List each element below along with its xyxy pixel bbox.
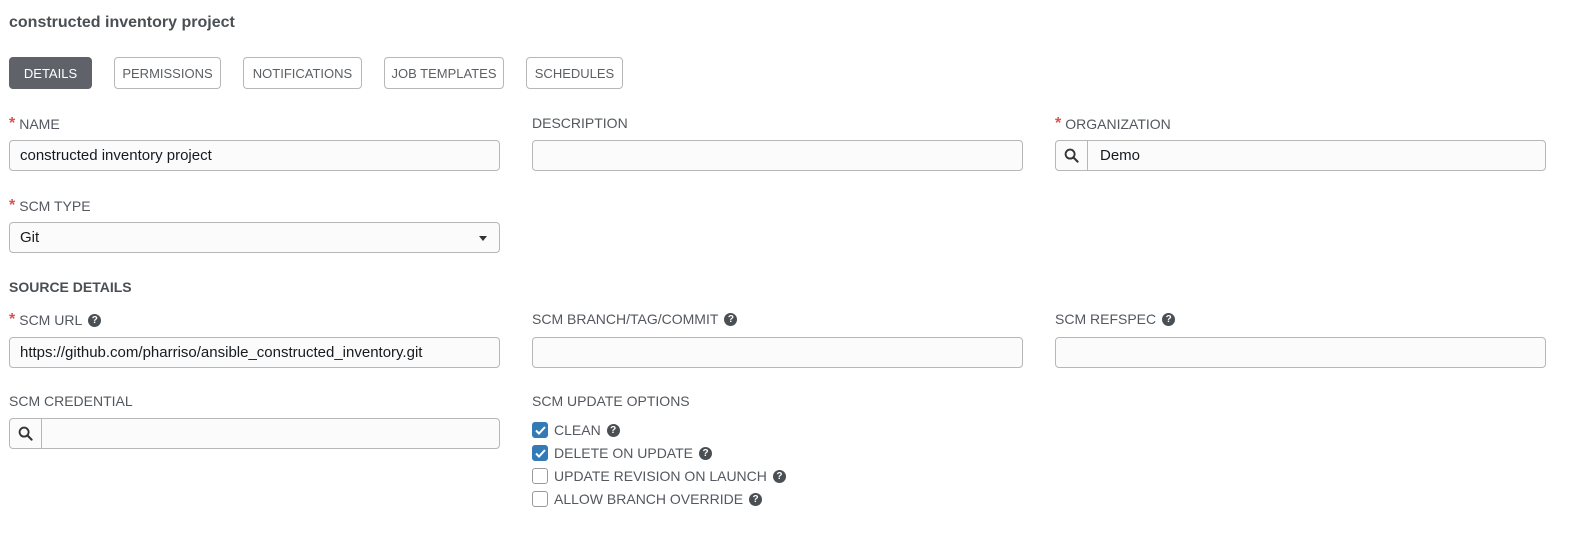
- caret-down-icon: [479, 236, 487, 241]
- scm-credential-lookup[interactable]: [9, 418, 500, 449]
- question-circle-icon[interactable]: ?: [606, 423, 620, 437]
- scm-url-label: * SCM URL ?: [9, 311, 102, 329]
- page-title: constructed inventory project: [9, 14, 235, 31]
- scm-refspec-label: SCM REFSPEC ?: [1055, 311, 1176, 327]
- clean-label: CLEAN: [554, 422, 601, 438]
- option-clean[interactable]: CLEAN ?: [532, 422, 620, 438]
- organization-lookup[interactable]: Demo: [1055, 140, 1546, 171]
- scm-branch-field[interactable]: [532, 337, 1023, 368]
- scm-type-select[interactable]: Git: [9, 222, 500, 253]
- allow-branch-override-label: ALLOW BRANCH OVERRIDE: [554, 491, 744, 507]
- option-allow-branch-override[interactable]: ALLOW BRANCH OVERRIDE ?: [532, 491, 763, 507]
- name-field-value: constructed inventory project: [20, 147, 212, 164]
- question-circle-icon[interactable]: ?: [772, 469, 786, 483]
- option-delete-on-update[interactable]: DELETE ON UPDATE ?: [532, 445, 712, 461]
- scm-type-label-text: SCM TYPE: [19, 198, 91, 214]
- tab-bar: DETAILS PERMISSIONS NOTIFICATIONS JOB TE…: [9, 57, 645, 89]
- tab-notifications[interactable]: NOTIFICATIONS: [243, 57, 362, 89]
- delete-on-update-checkbox[interactable]: [532, 445, 548, 461]
- scm-branch-label: SCM BRANCH/TAG/COMMIT ?: [532, 311, 738, 327]
- scm-branch-label-text: SCM BRANCH/TAG/COMMIT: [532, 311, 719, 327]
- scm-refspec-label-text: SCM REFSPEC: [1055, 311, 1157, 327]
- option-update-revision-on-launch[interactable]: UPDATE REVISION ON LAUNCH ?: [532, 468, 786, 484]
- search-icon: [18, 426, 33, 441]
- scm-refspec-field[interactable]: [1055, 337, 1546, 368]
- update-revision-on-launch-checkbox[interactable]: [532, 468, 548, 484]
- question-circle-icon[interactable]: ?: [1162, 312, 1176, 326]
- name-label: * NAME: [9, 115, 60, 133]
- question-circle-icon[interactable]: ?: [699, 446, 712, 460]
- scm-url-value: https://github.com/pharriso/ansible_cons…: [20, 344, 423, 361]
- search-icon: [1064, 148, 1079, 163]
- description-label-text: DESCRIPTION: [532, 115, 628, 131]
- delete-on-update-label: DELETE ON UPDATE: [554, 445, 693, 461]
- allow-branch-override-checkbox[interactable]: [532, 491, 548, 507]
- required-marker: *: [9, 115, 16, 132]
- scm-credential-lookup-button[interactable]: [10, 419, 42, 448]
- required-marker: *: [9, 311, 16, 328]
- scm-update-options-label-text: SCM UPDATE OPTIONS: [532, 393, 690, 409]
- question-circle-icon[interactable]: ?: [724, 312, 738, 326]
- name-field[interactable]: constructed inventory project: [9, 140, 500, 171]
- description-field[interactable]: [532, 140, 1023, 171]
- scm-type-value: Git: [20, 229, 40, 246]
- required-marker: *: [1055, 115, 1062, 132]
- scm-update-options-label: SCM UPDATE OPTIONS: [532, 393, 690, 409]
- organization-label-text: ORGANIZATION: [1065, 116, 1171, 132]
- organization-lookup-button[interactable]: [1056, 141, 1088, 170]
- tab-job-templates[interactable]: JOB TEMPLATES: [384, 57, 504, 89]
- description-label: DESCRIPTION: [532, 115, 628, 131]
- scm-credential-label: SCM CREDENTIAL: [9, 393, 133, 409]
- clean-checkbox[interactable]: [532, 422, 548, 438]
- source-details-heading: SOURCE DETAILS: [9, 279, 132, 295]
- organization-label: * ORGANIZATION: [1055, 115, 1171, 133]
- update-revision-on-launch-label: UPDATE REVISION ON LAUNCH: [554, 468, 767, 484]
- name-label-text: NAME: [19, 116, 60, 132]
- required-marker: *: [9, 197, 16, 214]
- question-circle-icon[interactable]: ?: [749, 492, 763, 506]
- tab-permissions[interactable]: PERMISSIONS: [114, 57, 221, 89]
- tab-details[interactable]: DETAILS: [9, 57, 92, 89]
- scm-url-label-text: SCM URL: [19, 312, 83, 328]
- question-circle-icon[interactable]: ?: [88, 313, 102, 327]
- organization-value: Demo: [1100, 147, 1141, 164]
- checkmark-icon: [534, 425, 546, 435]
- scm-url-field[interactable]: https://github.com/pharriso/ansible_cons…: [9, 337, 500, 368]
- scm-credential-label-text: SCM CREDENTIAL: [9, 393, 133, 409]
- checkmark-icon: [534, 448, 546, 458]
- tab-schedules[interactable]: SCHEDULES: [526, 57, 623, 89]
- scm-type-label: * SCM TYPE: [9, 197, 91, 215]
